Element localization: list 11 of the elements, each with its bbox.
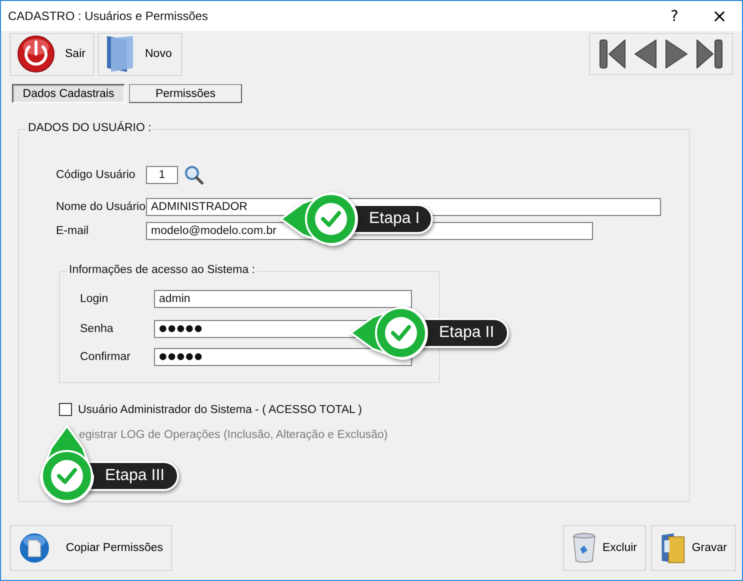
group-title: Informações de acesso ao Sistema :	[67, 264, 258, 276]
field-label: Login	[80, 293, 110, 305]
field-label: E-mail	[56, 225, 90, 237]
group-title: DADOS DO USUÁRIO :	[26, 122, 154, 134]
disabled-option-label: egistrar LOG de Operações (Inclusão, Alteração e Exclusão)	[79, 429, 388, 441]
field-label: Confirmar	[80, 351, 132, 363]
field-label: Código Usuário	[56, 169, 136, 181]
field-label: Nome do Usuário	[56, 201, 146, 213]
field-label: Senha	[80, 323, 114, 335]
window-title: CADASTRO : Usuários e Permissões	[8, 9, 208, 23]
option-label: Usuário Administrador do Sistema - ( ACESSO TOTAL )	[78, 404, 362, 416]
